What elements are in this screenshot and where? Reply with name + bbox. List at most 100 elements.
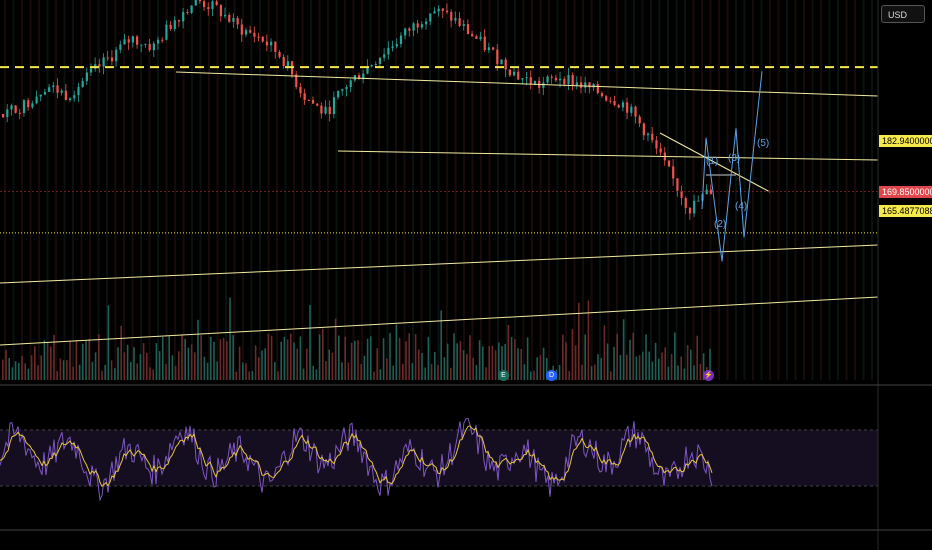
volume-bar: [453, 333, 455, 380]
volume-bar: [197, 319, 199, 380]
volume-bar: [459, 341, 462, 380]
candle-body: [672, 166, 675, 179]
volume-bar: [370, 336, 372, 380]
candle-body: [433, 11, 436, 14]
candle-body: [667, 160, 671, 167]
volume-bar: [696, 335, 698, 380]
session-stripe: [344, 0, 346, 380]
session-stripe: [480, 0, 482, 380]
trading-chart[interactable]: [0, 0, 932, 550]
candle-body: [646, 133, 650, 136]
volume-bar: [648, 351, 650, 380]
candle-body: [69, 98, 72, 100]
volume-bar: [14, 361, 17, 380]
candle-body: [387, 47, 390, 55]
volume-bar: [418, 349, 420, 380]
volume-bar: [325, 361, 327, 380]
session-stripe: [216, 0, 219, 380]
volume-bar: [437, 364, 439, 380]
volume-bar: [347, 362, 350, 380]
volume-bar: [533, 370, 535, 380]
candle-body: [613, 100, 616, 106]
volume-bar: [386, 358, 388, 380]
volume-bar: [306, 348, 308, 380]
candle-body: [345, 86, 348, 90]
candle-body: [655, 140, 658, 149]
candle-body: [186, 12, 189, 14]
volume-bar: [635, 356, 638, 380]
volume-bar: [75, 340, 78, 380]
session-stripe: [862, 0, 865, 380]
candle-body: [148, 43, 151, 51]
candle-body: [404, 28, 407, 36]
volume-bar: [242, 362, 244, 380]
candle-body: [626, 102, 629, 113]
volume-bar: [46, 342, 49, 380]
candle-body: [458, 18, 461, 26]
session-stripe: [72, 0, 74, 380]
volume-bar: [210, 336, 212, 380]
volume-bar: [280, 341, 282, 380]
candle-body: [127, 39, 130, 43]
event-badge-e[interactable]: E: [498, 370, 509, 381]
session-stripe: [233, 0, 236, 380]
volume-bar: [491, 345, 494, 380]
lightning-icon[interactable]: ⚡: [703, 370, 714, 381]
candle-body: [420, 24, 424, 28]
volume-bar: [30, 355, 33, 380]
candle-body: [60, 90, 63, 93]
volume-bar: [350, 342, 353, 380]
volume-bar: [661, 352, 663, 380]
candle-body: [85, 72, 88, 82]
volume-bar: [494, 350, 497, 380]
candle-body: [399, 35, 403, 45]
volume-bar: [309, 305, 311, 380]
volume-bar: [94, 352, 97, 380]
session-stripe: [140, 0, 142, 380]
session-stripe: [199, 0, 202, 380]
candle-body: [579, 82, 583, 88]
session-stripe: [471, 0, 474, 380]
volume-bar: [245, 363, 247, 380]
event-badge-d[interactable]: D: [546, 370, 557, 381]
session-stripe: [463, 0, 465, 380]
session-stripe: [777, 0, 780, 380]
volume-bar: [392, 365, 394, 380]
volume-bar: [434, 352, 436, 380]
candle-body: [512, 71, 516, 76]
candle-body: [554, 77, 558, 81]
session-stripe: [633, 0, 635, 380]
volume-bar: [344, 336, 346, 380]
currency-button[interactable]: USD: [881, 5, 925, 23]
volume-bar: [322, 328, 324, 380]
volume-bar: [693, 365, 695, 380]
candle-body: [303, 93, 306, 100]
session-stripe: [369, 0, 372, 380]
candle-body: [77, 86, 80, 96]
volume-bar: [162, 337, 164, 380]
volume-bar: [302, 368, 305, 380]
session-stripe: [803, 0, 805, 380]
volume-bar: [40, 355, 42, 380]
volume-bar: [69, 341, 71, 380]
volume-bar: [539, 355, 542, 380]
session-stripe: [208, 0, 210, 380]
session-stripe: [38, 0, 40, 380]
candle-body: [81, 81, 84, 87]
volume-bar: [469, 335, 471, 380]
volume-bar: [88, 339, 90, 380]
candle-body: [140, 44, 143, 46]
volume-bar: [21, 355, 23, 380]
session-stripe: [420, 0, 423, 380]
candle-body: [383, 54, 386, 58]
candle-body: [236, 17, 239, 25]
session-stripe: [63, 0, 66, 380]
session-stripe: [641, 0, 644, 380]
candle-body: [483, 36, 486, 51]
candle-body: [630, 106, 633, 113]
candle-body: [270, 41, 273, 46]
volume-bar: [82, 343, 84, 380]
candle-body: [609, 100, 612, 102]
volume-bar: [232, 334, 234, 380]
volume-bar: [674, 332, 676, 380]
